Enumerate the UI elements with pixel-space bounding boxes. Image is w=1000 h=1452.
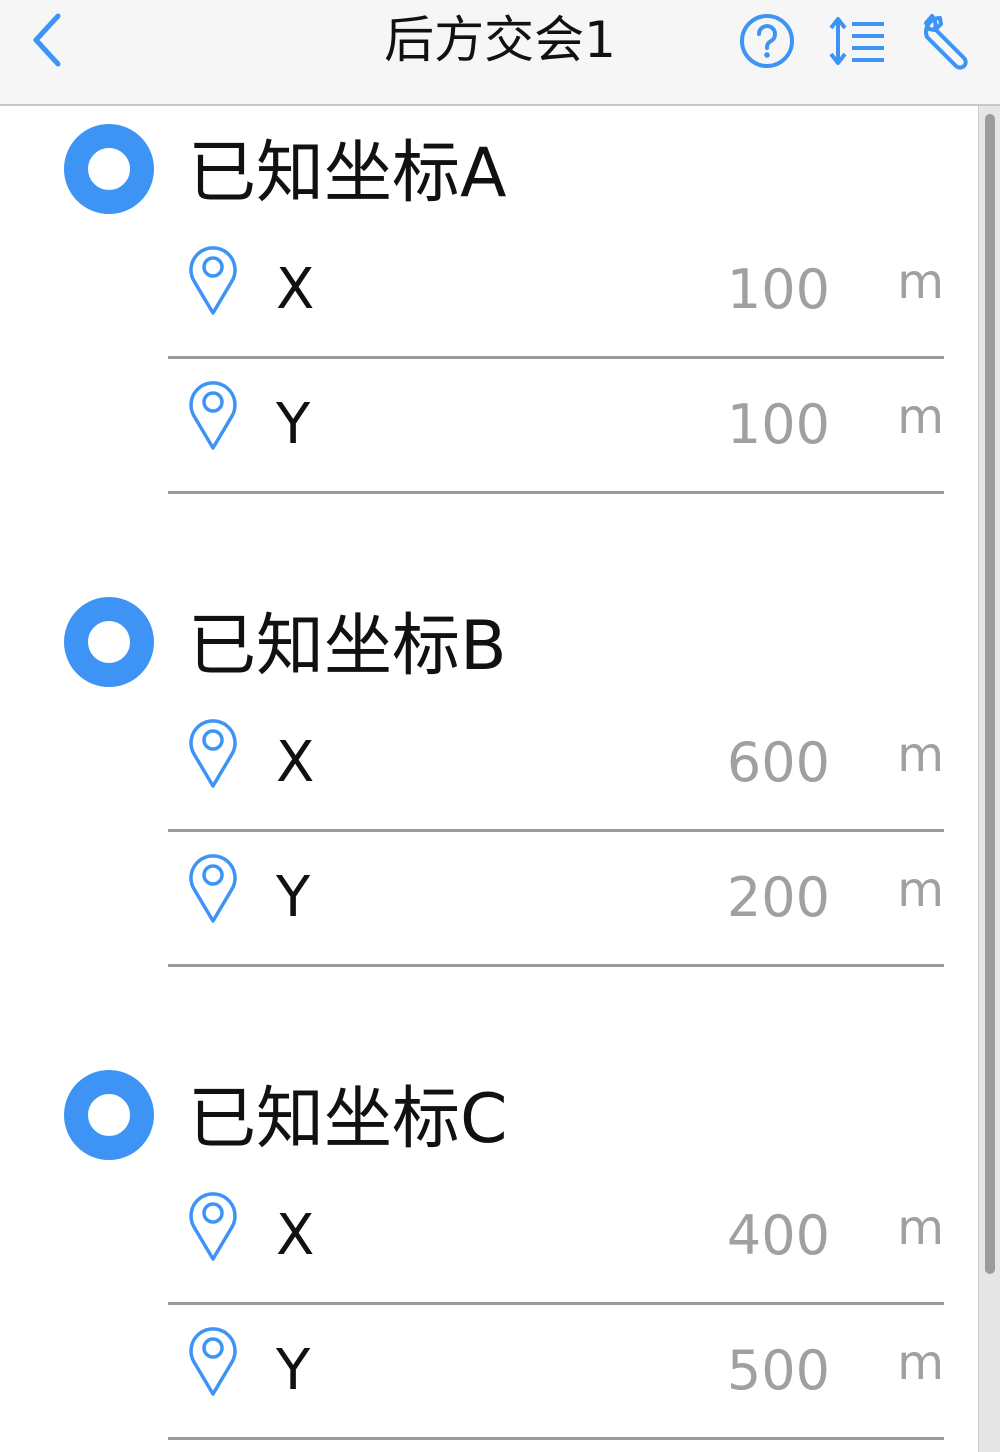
axis-label: X xyxy=(276,730,315,795)
unit-label: m xyxy=(897,389,944,445)
coordinate-input[interactable]: 500 xyxy=(510,1339,830,1403)
coordinate-input[interactable]: 200 xyxy=(510,866,830,930)
axis-label: X xyxy=(276,1203,315,1268)
vertical-scrollbar[interactable] xyxy=(978,106,1000,1452)
unit-label: m xyxy=(897,254,944,310)
unit-label: m xyxy=(897,1200,944,1256)
coordinate-row-c-y: Y 500 m xyxy=(168,1303,944,1440)
navigation-bar: 后方交会1 xyxy=(0,0,1000,106)
question-circle-icon xyxy=(740,14,794,68)
help-button[interactable] xyxy=(738,12,796,70)
coordinate-form: 已知坐标A X 100 m Y 100 m 已知坐标B X 600 m Y 20… xyxy=(0,106,978,1452)
location-pin-icon xyxy=(189,719,237,788)
unit-label: m xyxy=(897,1335,944,1391)
back-button[interactable] xyxy=(28,10,72,70)
coordinate-input[interactable]: 600 xyxy=(510,731,830,795)
location-pin-icon xyxy=(189,1192,237,1261)
section-title-c: 已知坐标C xyxy=(188,1080,508,1159)
radio-button-a[interactable] xyxy=(64,124,154,214)
wrench-icon xyxy=(924,14,968,70)
unit-label: m xyxy=(897,862,944,918)
radio-button-b[interactable] xyxy=(64,597,154,687)
scrollbar-thumb[interactable] xyxy=(985,114,995,1274)
location-pin-icon xyxy=(189,1327,237,1396)
location-pin-icon xyxy=(189,381,237,450)
coordinate-input[interactable]: 400 xyxy=(510,1204,830,1268)
coordinate-row-c-x: X 400 m xyxy=(168,1168,944,1305)
location-pin-icon xyxy=(189,854,237,923)
chevron-left-icon xyxy=(33,13,61,67)
radio-button-c[interactable] xyxy=(64,1070,154,1160)
axis-label: Y xyxy=(276,392,311,457)
coordinate-row-b-y: Y 200 m xyxy=(168,830,944,967)
coordinate-input[interactable]: 100 xyxy=(510,258,830,322)
axis-label: Y xyxy=(276,1338,311,1403)
axis-label: X xyxy=(276,257,315,322)
unit-label: m xyxy=(897,727,944,783)
coordinate-row-a-y: Y 100 m xyxy=(168,357,944,494)
section-title-b: 已知坐标B xyxy=(188,607,507,686)
coordinate-input[interactable]: 100 xyxy=(510,393,830,457)
tools-button[interactable] xyxy=(918,12,976,70)
sort-button[interactable] xyxy=(828,12,886,70)
section-title-a: 已知坐标A xyxy=(188,134,507,213)
sort-list-icon xyxy=(829,17,884,65)
coordinate-row-b-x: X 600 m xyxy=(168,695,944,832)
location-pin-icon xyxy=(189,246,237,315)
coordinate-row-a-x: X 100 m xyxy=(168,222,944,359)
axis-label: Y xyxy=(276,865,311,930)
